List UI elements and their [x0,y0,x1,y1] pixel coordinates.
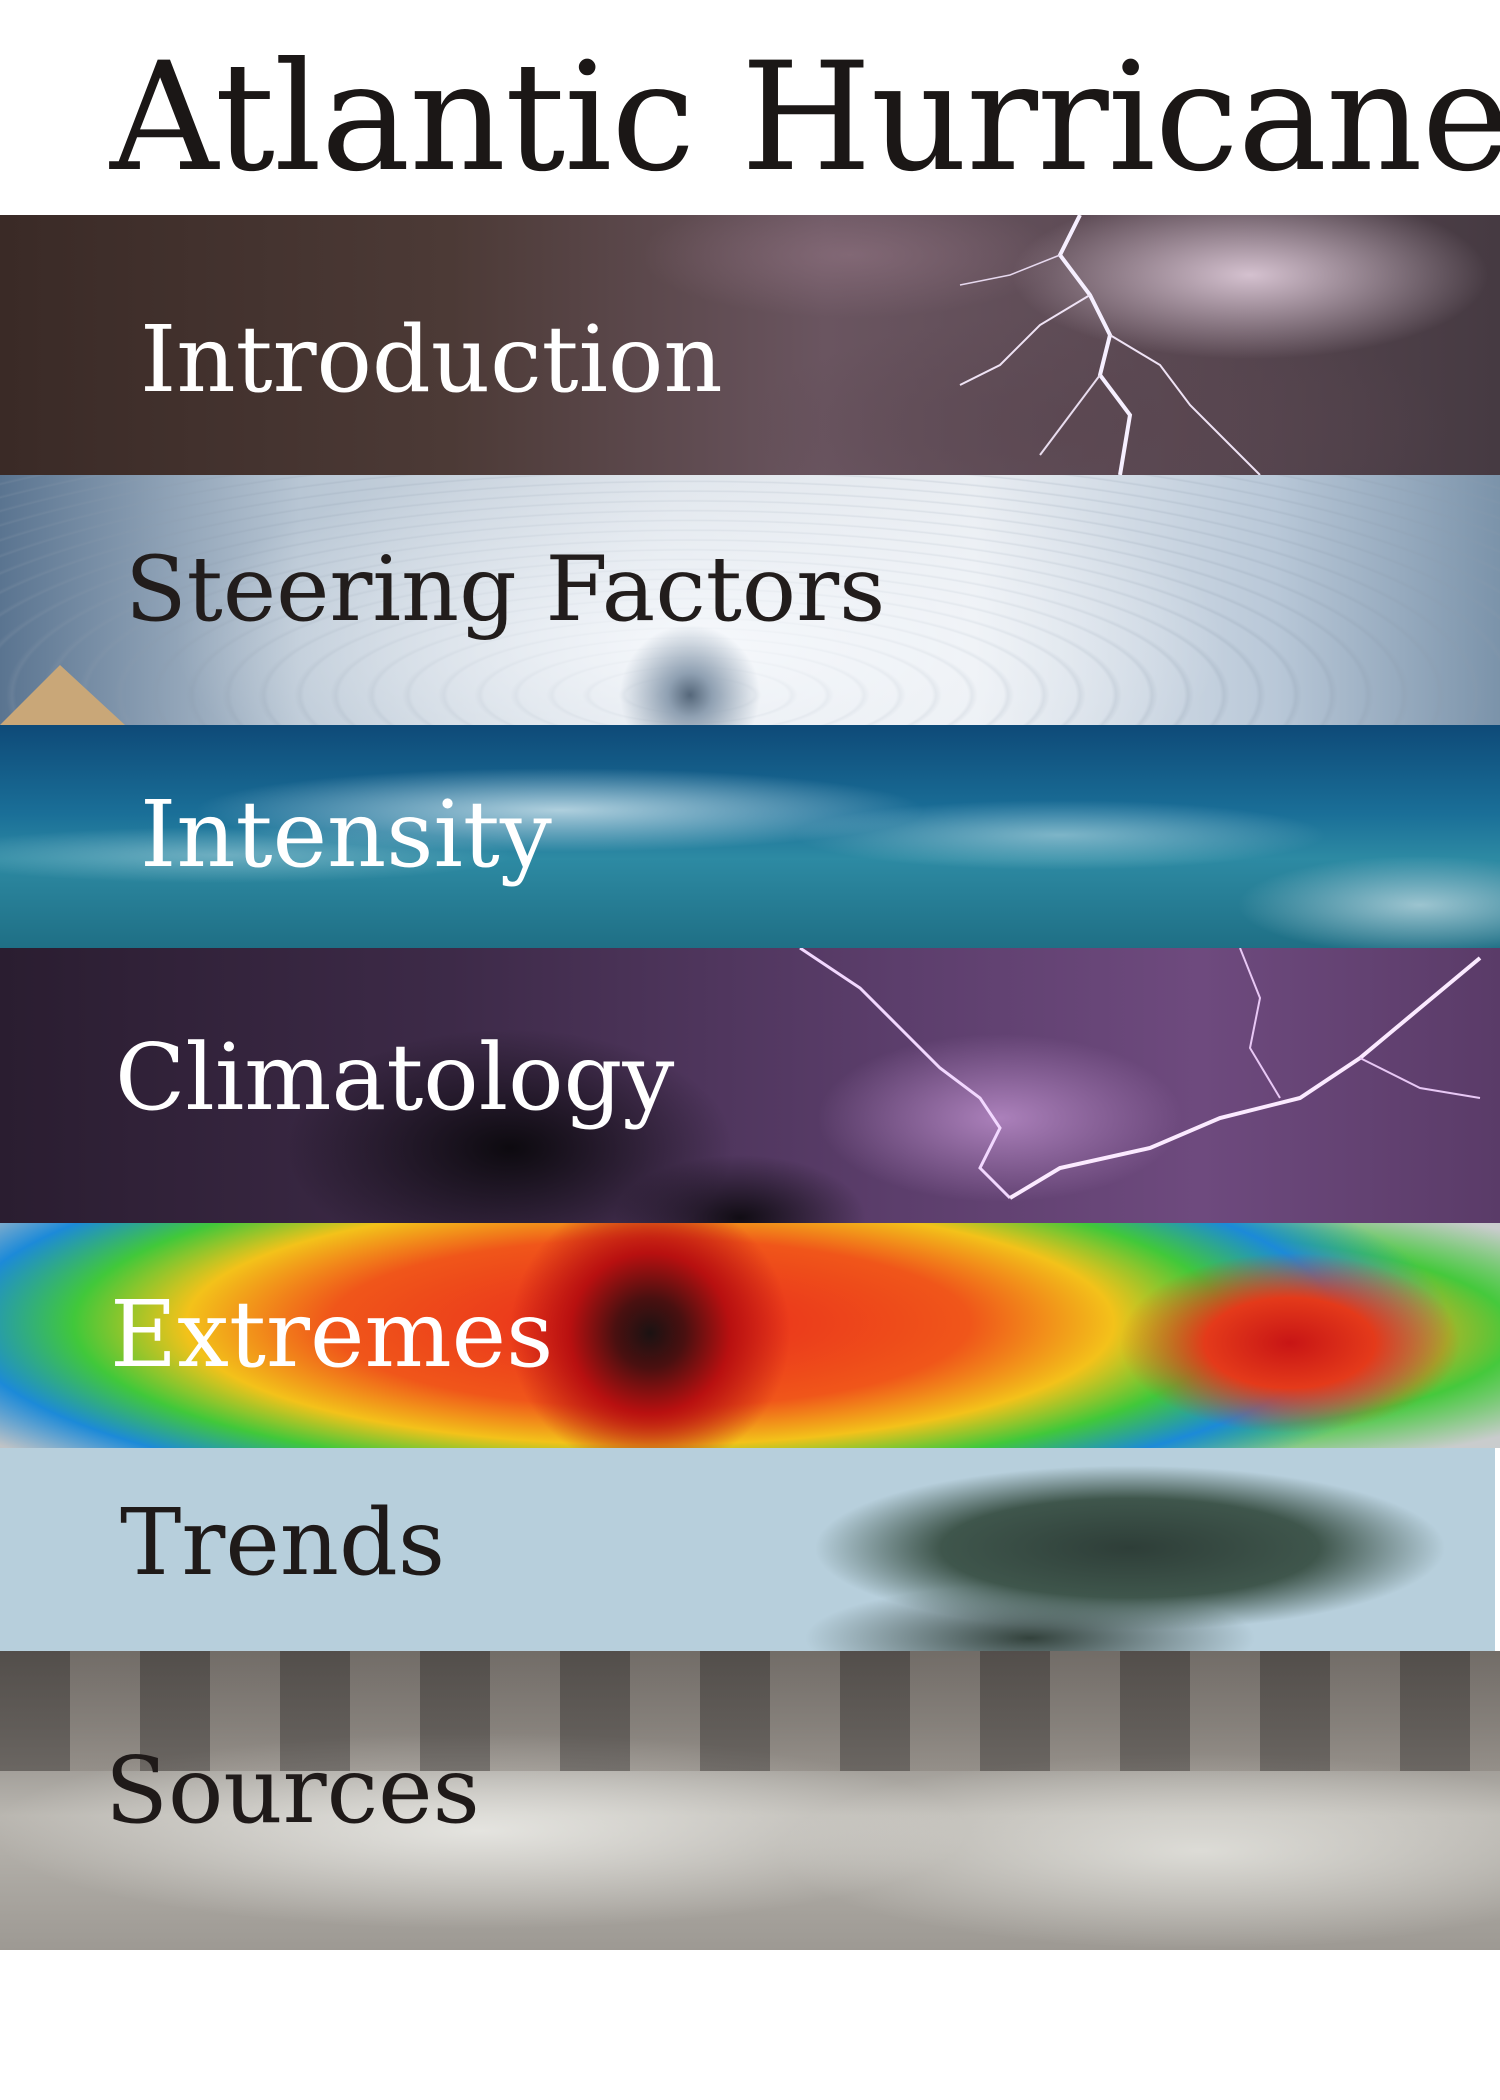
section-intensity-button[interactable]: Intensity [0,725,1500,948]
roof-image [0,665,125,725]
section-label-climatology: Climatology [115,1024,675,1131]
section-label-extremes: Extremes [110,1281,554,1388]
section-label-sources: Sources [105,1737,480,1844]
section-climatology-button[interactable]: Climatology [0,948,1500,1223]
section-extremes-button[interactable]: Extremes [0,1223,1500,1448]
page-title: Atlantic Hurricane [110,31,1500,205]
section-sources-button[interactable]: Sources [0,1651,1500,1950]
section-label-intensity: Intensity [140,781,552,888]
section-label-trends: Trends [120,1489,446,1596]
section-steering-factors-button[interactable]: Steering Factors [0,475,1500,725]
section-label-steering-factors: Steering Factors [125,537,886,642]
section-trends-button[interactable]: Trends [0,1448,1495,1651]
section-label-introduction: Introduction [140,306,723,413]
section-introduction-button[interactable]: Introduction [0,215,1500,475]
